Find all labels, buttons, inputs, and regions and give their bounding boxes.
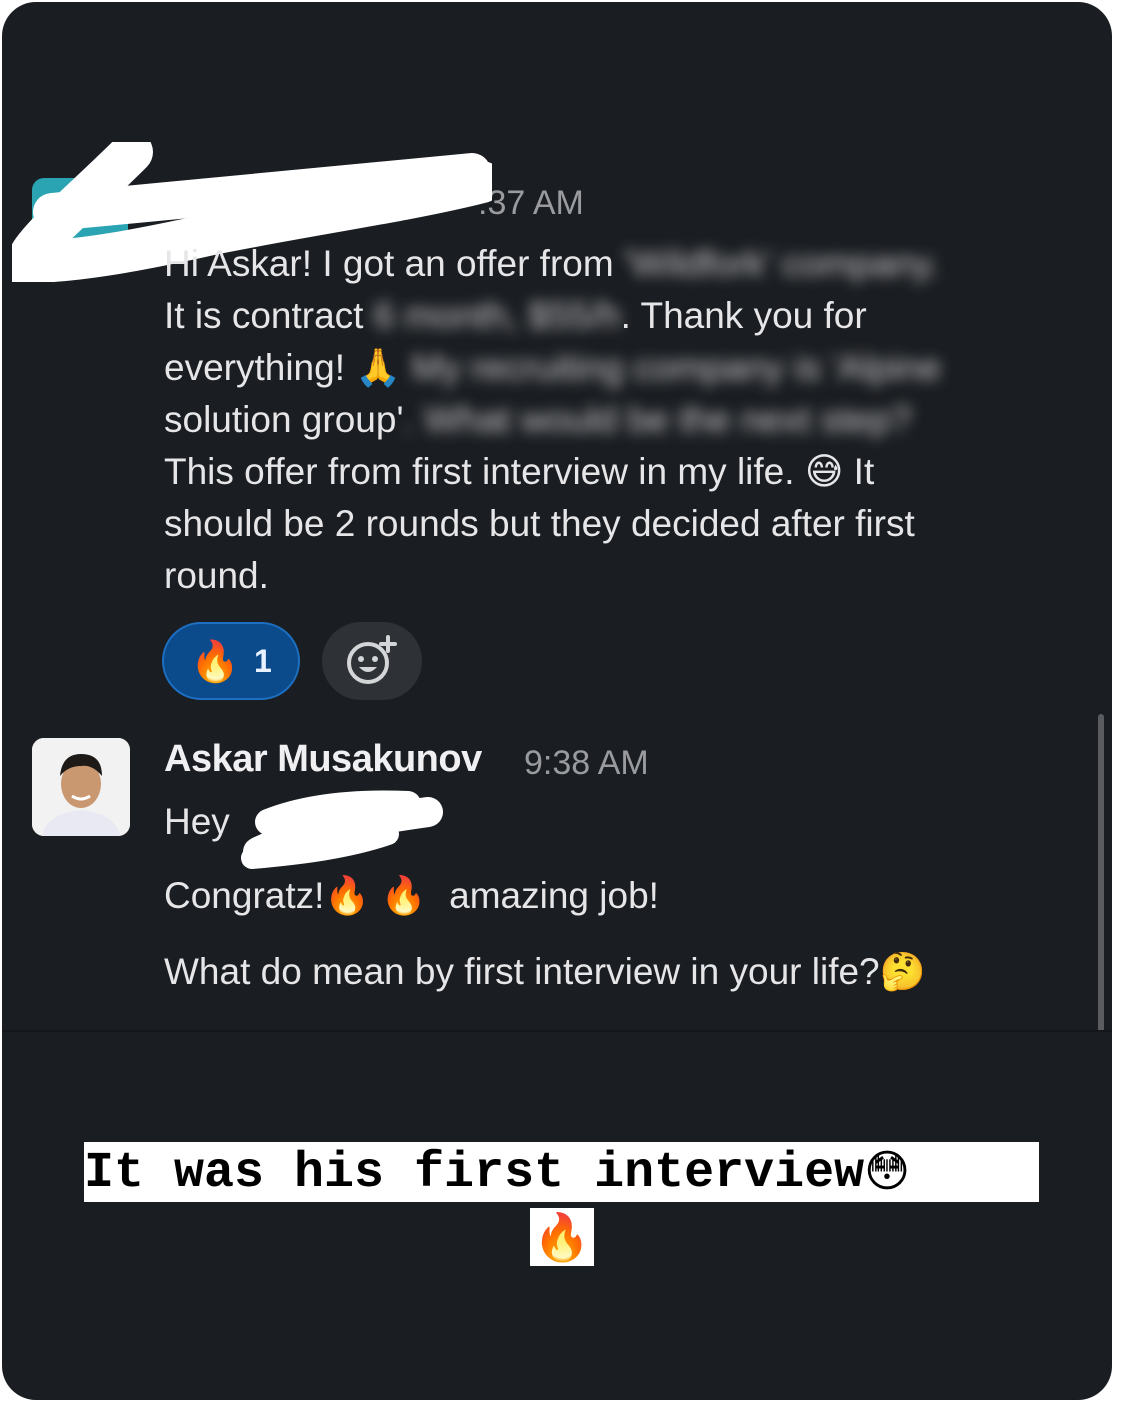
message-1-text: This offer from first interview in my li… bbox=[164, 451, 795, 492]
message-1-line-3: everything! 🙏 My recruiting company is '… bbox=[164, 342, 1064, 394]
flushed-icon: 😳 bbox=[864, 1146, 911, 1197]
add-reaction-icon bbox=[347, 635, 397, 684]
message-1-line-2: It is contract 6 month, $55/h. Thank you… bbox=[164, 290, 1064, 342]
message-1-line-7: round. bbox=[164, 555, 269, 596]
message-1-text: Hi Askar! I got an offer from bbox=[164, 243, 614, 284]
fire-icon: 🔥 bbox=[380, 874, 427, 917]
message-1-text: . Thank you for bbox=[620, 295, 867, 336]
story-caption-emoji: 🔥 bbox=[530, 1208, 594, 1266]
message-2-text: What do mean by first interview in your … bbox=[164, 951, 880, 992]
blurred-company: 'Wildfork' company. bbox=[623, 243, 940, 284]
message-1-text: It is contract bbox=[164, 295, 364, 336]
fire-icon: 🔥 bbox=[324, 874, 371, 917]
message-1-text: everything! bbox=[164, 347, 345, 388]
fire-reaction-button[interactable]: 🔥 1 bbox=[162, 622, 300, 700]
story-caption: It was his first interview😳 bbox=[84, 1142, 1039, 1202]
fire-icon: 🔥 bbox=[533, 1210, 591, 1264]
message-1-time[interactable]: :37 AM bbox=[478, 184, 584, 223]
pray-icon: 🙏 bbox=[355, 346, 402, 389]
blurred-contract: 6 month, $55/h bbox=[373, 295, 621, 336]
message-2-time[interactable]: 9:38 AM bbox=[524, 744, 649, 783]
question-line: What do mean by first interview in your … bbox=[164, 946, 1064, 998]
blurred-question: . What would be the next step? bbox=[403, 399, 912, 440]
caption-text: It was his first interview bbox=[84, 1145, 865, 1202]
blurred-recruiter: My recruiting company is 'Alpine bbox=[411, 347, 942, 388]
redaction-scribble-name bbox=[241, 790, 443, 869]
message-1-line-4: solution group'. What would be the next … bbox=[164, 394, 1064, 446]
congrats-line: Congratz!🔥 🔥 amazing job! bbox=[164, 870, 1064, 922]
message-1-line-6: should be 2 rounds but they decided afte… bbox=[164, 503, 915, 544]
message-2-text: amazing job! bbox=[449, 875, 659, 916]
scrollbar[interactable] bbox=[1098, 714, 1104, 1032]
message-2-text: Congratz! bbox=[164, 875, 325, 916]
chat-window: :37 AM Hi Askar! I got an offer from 'Wi… bbox=[2, 2, 1112, 1400]
avatar-askar[interactable] bbox=[32, 738, 130, 836]
sweat-smile-icon: 😅 bbox=[804, 450, 844, 493]
fire-icon: 🔥 bbox=[190, 638, 240, 685]
message-1-line-5: This offer from first interview in my li… bbox=[164, 446, 1064, 498]
message-1-line-1: Hi Askar! I got an offer from 'Wildfork'… bbox=[164, 238, 1064, 290]
author-name[interactable]: Askar Musakunov bbox=[164, 738, 482, 781]
greeting-text: Hey bbox=[164, 801, 230, 842]
thinking-icon: 🤔 bbox=[879, 950, 926, 993]
message-1-text: It bbox=[853, 451, 875, 492]
reaction-count: 1 bbox=[254, 642, 272, 679]
avatar-photo bbox=[32, 738, 130, 836]
add-reaction-button[interactable] bbox=[322, 622, 422, 700]
content-divider bbox=[2, 1030, 1112, 1032]
message-1-text: solution group' bbox=[164, 399, 404, 440]
